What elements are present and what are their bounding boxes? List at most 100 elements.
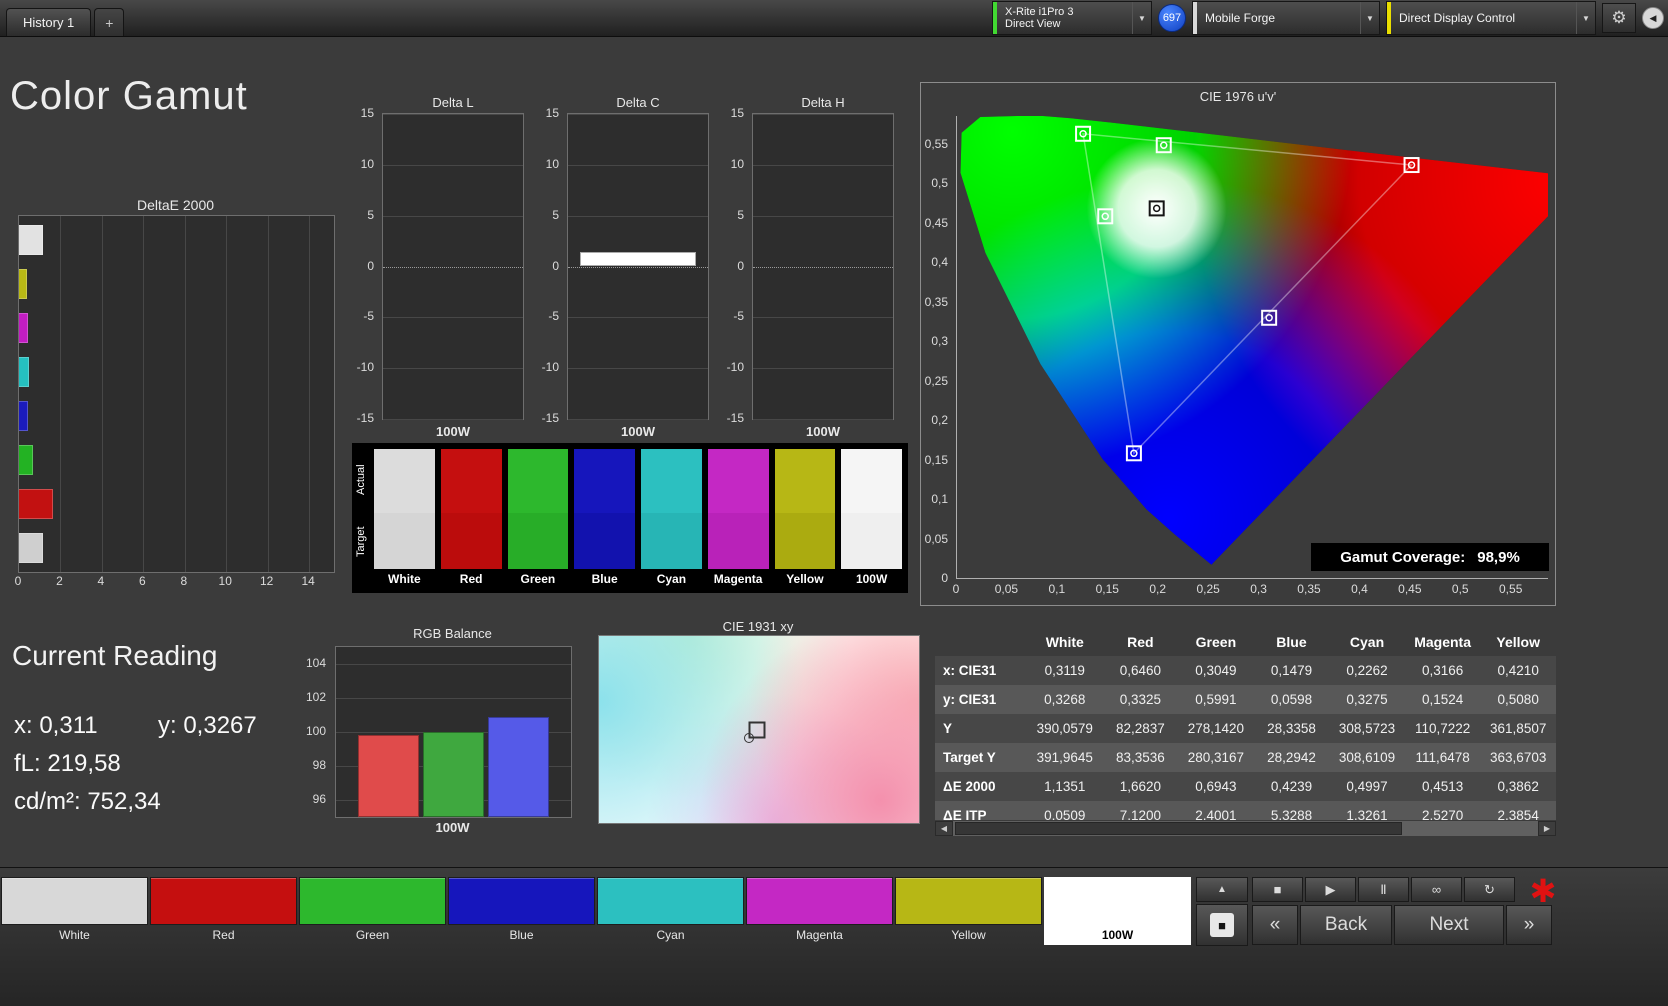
swatch-label: Green [520, 572, 556, 586]
scrollbar-thumb[interactable] [955, 822, 1402, 835]
tab-history-1[interactable]: History 1 [6, 8, 92, 36]
chart-body: 15 10 5 0 -5 -10 -15 [350, 106, 524, 425]
patch-button-cyan[interactable]: Cyan [597, 877, 744, 945]
top-bar-controls: X-Rite i1Pro 3 Direct View ▼ 697 Mobile … [992, 1, 1664, 35]
chromaticity-diagram [960, 116, 1548, 565]
patch-button-blue[interactable]: Blue [448, 877, 595, 945]
rgb-balance-chart [335, 646, 572, 818]
back-button[interactable]: Back [1300, 905, 1392, 945]
next-button[interactable]: Next [1394, 905, 1504, 945]
table-row: x: CIE31 0,3119 0,6460 0,3049 0,1479 0,2262 0,… [935, 656, 1556, 685]
reading-fl: fL: 219,58 [14, 750, 121, 777]
column-header-blue: Blue [1276, 634, 1307, 650]
source-dropdown[interactable]: Mobile Forge ▼ [1192, 1, 1380, 35]
grid-line [753, 317, 893, 319]
actual-swatch [841, 449, 902, 513]
actual-target-swatch-panel: Actual Target White Red Green Blue Cyan Magen… [352, 443, 908, 593]
grid-line [568, 368, 708, 370]
patch-button-red[interactable]: Red [150, 877, 297, 945]
top-bar: History 1 + X-Rite i1Pro 3 Direct View ▼… [0, 0, 1668, 37]
table-cell: 0,3325 [1119, 692, 1161, 707]
current-reading-title: Current Reading [12, 640, 218, 671]
settings-button[interactable]: ⚙ [1602, 3, 1636, 33]
axis-tick-label: 0 [367, 258, 374, 273]
scroll-left-button[interactable]: ◀ [935, 821, 953, 836]
deltae-bar-green [19, 445, 34, 475]
axis-tick-label: 0,4 [1351, 582, 1368, 596]
table-cell: 0,3049 [1195, 663, 1237, 678]
chevron-left-icon: ◀ [1649, 12, 1657, 23]
measurement-count-badge[interactable]: 697 [1158, 4, 1186, 32]
table-row: y: CIE31 0,3268 0,3325 0,5991 0,0598 0,3275 0,… [935, 685, 1556, 714]
axis-tick-label: -5 [548, 309, 559, 324]
deltae-bars [19, 218, 334, 570]
patch-button-white[interactable]: White [1, 877, 148, 945]
axis-tick-label: 0,45 [924, 215, 948, 230]
axis-tick-label: 98 [312, 758, 326, 772]
scroll-right-button[interactable]: ▶ [1538, 821, 1556, 836]
pause-button[interactable]: Ⅱ [1358, 877, 1409, 902]
pattern-window-button[interactable]: ■ [1196, 904, 1248, 946]
back-chevron-button[interactable]: « [1252, 905, 1298, 945]
chevron-down-icon: ▼ [1360, 2, 1379, 34]
swatch-grid: White Red Green Blue Cyan Magenta Yellow 100W [374, 449, 902, 591]
display-control-dropdown[interactable]: Direct Display Control ▼ [1386, 1, 1596, 35]
table-cell: 0,1524 [1421, 692, 1464, 707]
grid-line [383, 419, 523, 420]
zero-line [753, 266, 893, 268]
source-label: Mobile Forge [1205, 11, 1276, 25]
chart-title: Delta H [801, 95, 845, 110]
patch-button-100w[interactable]: 100W [1044, 877, 1191, 945]
row-label: Y [943, 721, 953, 736]
next-chevron-button[interactable]: » [1506, 905, 1552, 945]
patch-button-yellow[interactable]: Yellow [895, 877, 1042, 945]
table-cell: 7,1200 [1119, 808, 1161, 820]
raise-window-button[interactable]: ▲ [1196, 877, 1248, 902]
meter-dropdown[interactable]: X-Rite i1Pro 3 Direct View ▼ [992, 1, 1152, 35]
patch-button-magenta[interactable]: Magenta [746, 877, 893, 945]
color-patch-yellow: Yellow [774, 449, 836, 591]
target-swatch [440, 513, 502, 569]
loop-button[interactable]: ∞ [1411, 877, 1462, 902]
patch-button-green[interactable]: Green [299, 877, 446, 945]
refresh-button[interactable]: ↻ [1464, 877, 1515, 902]
delta-chart-delta-h: Delta H 15 10 5 0 -5 -10 -15 100W [720, 95, 894, 439]
pattern-window-icon: ■ [1210, 913, 1234, 937]
axis-tick-label: -5 [733, 309, 744, 324]
refresh-icon: ↻ [1484, 881, 1495, 897]
new-tab-button[interactable]: + [94, 8, 125, 36]
patch-label: Blue [509, 928, 534, 942]
cie-1931-plot [598, 635, 920, 824]
table-cell: 0,4210 [1497, 663, 1539, 678]
cie-1976-plot [956, 116, 1548, 579]
scrollbar-track[interactable] [953, 821, 1538, 836]
axis-tick-label: 10 [545, 156, 559, 171]
chevron-down-icon: ▼ [1132, 2, 1151, 34]
up-arrow-icon: ▲ [1217, 884, 1227, 895]
swatch-label: Cyan [656, 572, 687, 586]
target-swatch [841, 513, 902, 569]
axis-tick-label: 5 [552, 207, 559, 222]
axis-tick-label: 0,45 [1398, 582, 1422, 596]
zero-line [383, 266, 523, 268]
axis-tick-label: 0 [737, 258, 744, 273]
collapse-panel-button[interactable]: ◀ [1642, 7, 1664, 29]
table-cell: 278,1420 [1187, 721, 1245, 736]
deltae-bar-100w [19, 533, 43, 563]
stop-button[interactable]: ■ [1252, 877, 1303, 902]
axis-tick-label: 0 [552, 258, 559, 273]
grid-line [568, 419, 708, 420]
table-header-row: White Red Green Blue Cyan Magenta Yellow [935, 628, 1556, 656]
alert-button[interactable]: ✱ [1522, 870, 1564, 910]
axis-tick-label: 0,55 [924, 136, 948, 151]
axis-tick-label: 0 [941, 571, 948, 585]
play-button[interactable]: ▶ [1305, 877, 1356, 902]
patch-label: Green [355, 928, 390, 942]
axis-tick-label: 10 [360, 156, 374, 171]
x-axis-label: 100W [621, 424, 655, 439]
corner-header [935, 628, 1027, 656]
cie-1976-panel: CIE 1976 u'v' 0,55 0,5 0,45 0,4 0,35 0,3 0,25 0… [920, 82, 1556, 606]
patch-swatch [1044, 877, 1191, 925]
grid-line [753, 164, 893, 166]
gamut-coverage-value: 98,9% [1477, 548, 1520, 566]
